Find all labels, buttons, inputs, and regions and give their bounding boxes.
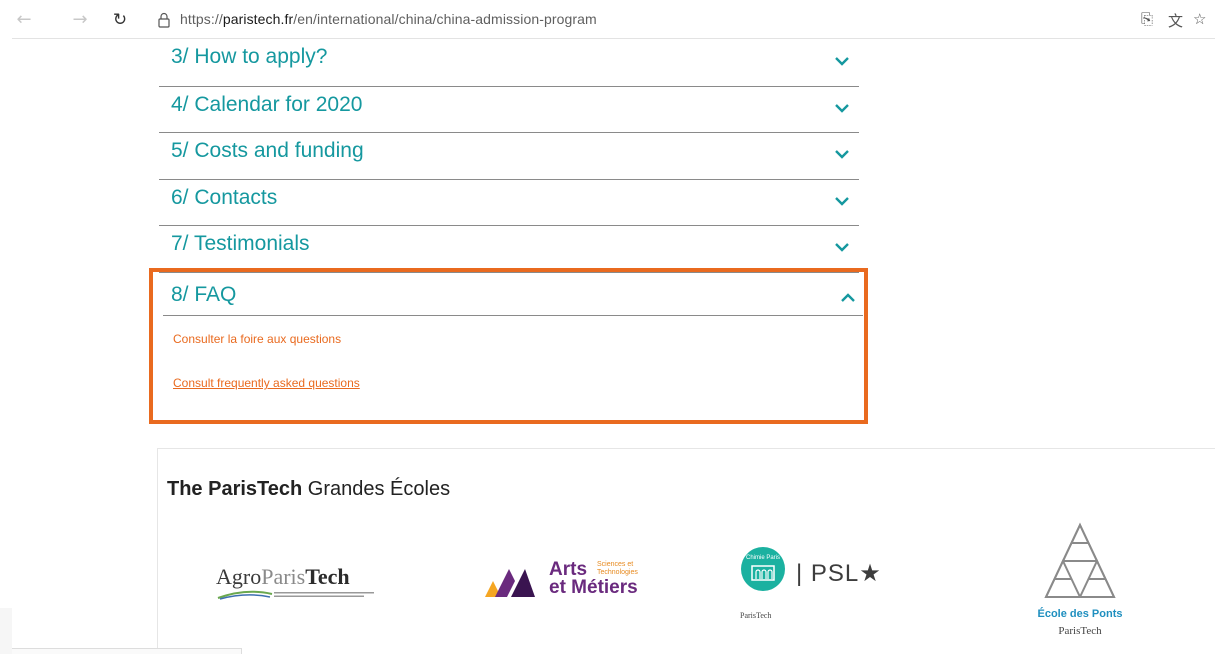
accordion-item-faq[interactable]: 8/ FAQ xyxy=(163,272,863,316)
accordion: 3/ How to apply? 4/ Calendar for 2020 5/… xyxy=(159,40,859,273)
status-strip xyxy=(12,648,242,654)
ponts-sub: ParisTech xyxy=(1058,625,1102,637)
accordion-item-testimonials[interactable]: 7/ Testimonials xyxy=(159,226,859,273)
pyramid-icon xyxy=(1044,522,1116,598)
accordion-title: 4/ Calendar for 2020 xyxy=(171,92,363,116)
schools-section: The ParisTech Grandes Écoles AgroParisTe… xyxy=(157,448,1215,654)
read-aloud-icon[interactable]: ⎘ xyxy=(1141,10,1153,28)
agroparistech-logo[interactable]: AgroParisTech xyxy=(216,564,376,604)
back-arrow-icon[interactable]: ← xyxy=(14,10,34,30)
browser-toolbar: ← → ↻ https://paristech.fr/en/internatio… xyxy=(0,0,1215,40)
favorite-star-icon[interactable]: ☆ xyxy=(1193,10,1206,28)
url-path: /en/international/china/china-admission-… xyxy=(293,11,597,27)
am-technologies-line: Technologies xyxy=(597,569,638,576)
am-mark-icon xyxy=(485,569,535,597)
accordion-item-costs[interactable]: 5/ Costs and funding xyxy=(159,133,859,180)
left-margin xyxy=(0,608,12,654)
accordion-title: 3/ How to apply? xyxy=(171,45,328,68)
agro-a: A xyxy=(216,564,232,589)
toolbar-divider xyxy=(12,38,1215,39)
accordion-item-contacts[interactable]: 6/ Contacts xyxy=(159,180,859,226)
accordion-title: 5/ Costs and funding xyxy=(171,139,364,162)
ponts-name: École des Ponts xyxy=(1037,608,1123,620)
lock-icon[interactable] xyxy=(157,12,171,28)
forward-arrow-icon[interactable]: → xyxy=(70,10,90,30)
schools-title: The ParisTech Grandes Écoles xyxy=(167,478,450,501)
am-metiers: et Métiers xyxy=(549,577,638,598)
faq-link-french[interactable]: Consulter la foire aux questions xyxy=(173,332,341,346)
am-sciences-line: Sciences et xyxy=(597,561,634,568)
chevron-down-icon xyxy=(835,243,849,252)
address-bar[interactable]: https://paristech.fr/en/international/ch… xyxy=(180,11,597,27)
url-prefix: https:// xyxy=(180,11,223,27)
faq-link-english[interactable]: Consult frequently asked questions xyxy=(173,376,360,390)
chevron-down-icon xyxy=(835,150,849,159)
building-icon xyxy=(751,565,775,581)
chimie-top-label: Chimie Paris xyxy=(745,555,780,561)
accordion-item-calendar[interactable]: 4/ Calendar for 2020 xyxy=(159,87,859,133)
faq-highlight-box: 8/ FAQ Consulter la foire aux questions … xyxy=(149,268,868,424)
ecole-des-ponts-logo[interactable]: École des Ponts ParisTech xyxy=(1020,521,1140,641)
chevron-down-icon xyxy=(835,103,849,113)
am-sciences: Sciences et Technologies xyxy=(597,561,638,577)
chevron-down-icon xyxy=(835,196,849,206)
chimie-paris-logo[interactable]: Chimie Paris ParisTech | PSL★ xyxy=(738,547,908,627)
agro-paris: Paris xyxy=(261,564,306,589)
chevron-up-icon xyxy=(841,293,855,302)
refresh-icon[interactable]: ↻ xyxy=(110,10,130,30)
translate-icon[interactable]: 文 xyxy=(1168,10,1183,31)
chevron-down-icon xyxy=(835,57,849,66)
accordion-title: 6/ Contacts xyxy=(171,185,278,209)
accordion-item-how-to-apply[interactable]: 3/ How to apply? xyxy=(159,40,859,87)
agro-tech: Tech xyxy=(305,564,350,589)
accordion-title: 7/ Testimonials xyxy=(171,232,310,255)
psl-label: | PSL★ xyxy=(796,560,882,587)
arts-et-metiers-logo[interactable]: Arts et Métiers Sciences et Technologies xyxy=(485,560,645,603)
agro-subtitle-lines xyxy=(274,592,374,597)
agro-wordmark: AgroParisTech xyxy=(216,564,350,590)
chimie-bottom-label: ParisTech xyxy=(740,611,772,620)
agro-gro: gro xyxy=(231,564,262,589)
accordion-title: 8/ FAQ xyxy=(171,283,237,306)
schools-title-rest: Grandes Écoles xyxy=(302,478,451,500)
schools-title-bold: The ParisTech xyxy=(167,478,303,500)
url-host: paristech.fr xyxy=(222,11,294,27)
